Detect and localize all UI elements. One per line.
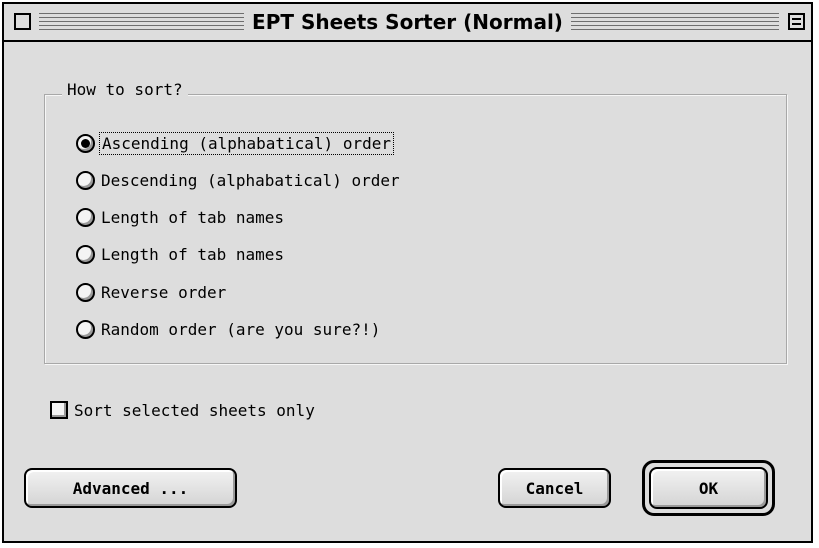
radio-length-tab-names-2[interactable]: Length of tab names xyxy=(76,241,286,267)
sort-group-label: How to sort? xyxy=(62,80,188,100)
cancel-button[interactable]: Cancel xyxy=(498,468,611,508)
radio-label: Random order (are you sure?!) xyxy=(101,319,381,339)
radio-ascending[interactable]: Ascending (alphabatical) order xyxy=(76,130,394,156)
close-box-icon[interactable] xyxy=(14,13,31,30)
radio-button-icon[interactable] xyxy=(76,319,95,339)
collapse-box-icon[interactable] xyxy=(788,13,805,30)
checkbox-icon[interactable] xyxy=(50,401,68,419)
radio-random[interactable]: Random order (are you sure?!) xyxy=(76,316,382,342)
advanced-button[interactable]: Advanced ... xyxy=(24,468,237,508)
radio-descending[interactable]: Descending (alphabatical) order xyxy=(76,167,402,193)
radio-button-icon[interactable] xyxy=(76,207,95,227)
radio-button-icon[interactable] xyxy=(76,282,95,302)
ok-button[interactable]: OK xyxy=(649,467,768,509)
radio-button-icon[interactable] xyxy=(76,170,95,190)
radio-label: Length of tab names xyxy=(101,207,285,227)
radio-label: Reverse order xyxy=(101,282,227,302)
radio-button-selected-icon[interactable] xyxy=(76,133,95,153)
window-title: EPT Sheets Sorter (Normal) xyxy=(244,10,571,34)
sort-selected-only-checkbox[interactable]: Sort selected sheets only xyxy=(50,398,315,422)
radio-button-icon[interactable] xyxy=(76,244,95,264)
radio-label: Ascending (alphabatical) order xyxy=(99,131,394,155)
title-bar[interactable]: EPT Sheets Sorter (Normal) xyxy=(4,4,811,42)
radio-length-tab-names[interactable]: Length of tab names xyxy=(76,204,286,230)
checkbox-label: Sort selected sheets only xyxy=(74,400,315,420)
radio-label: Descending (alphabatical) order xyxy=(101,170,400,190)
radio-reverse[interactable]: Reverse order xyxy=(76,279,228,305)
radio-label: Length of tab names xyxy=(101,244,285,264)
